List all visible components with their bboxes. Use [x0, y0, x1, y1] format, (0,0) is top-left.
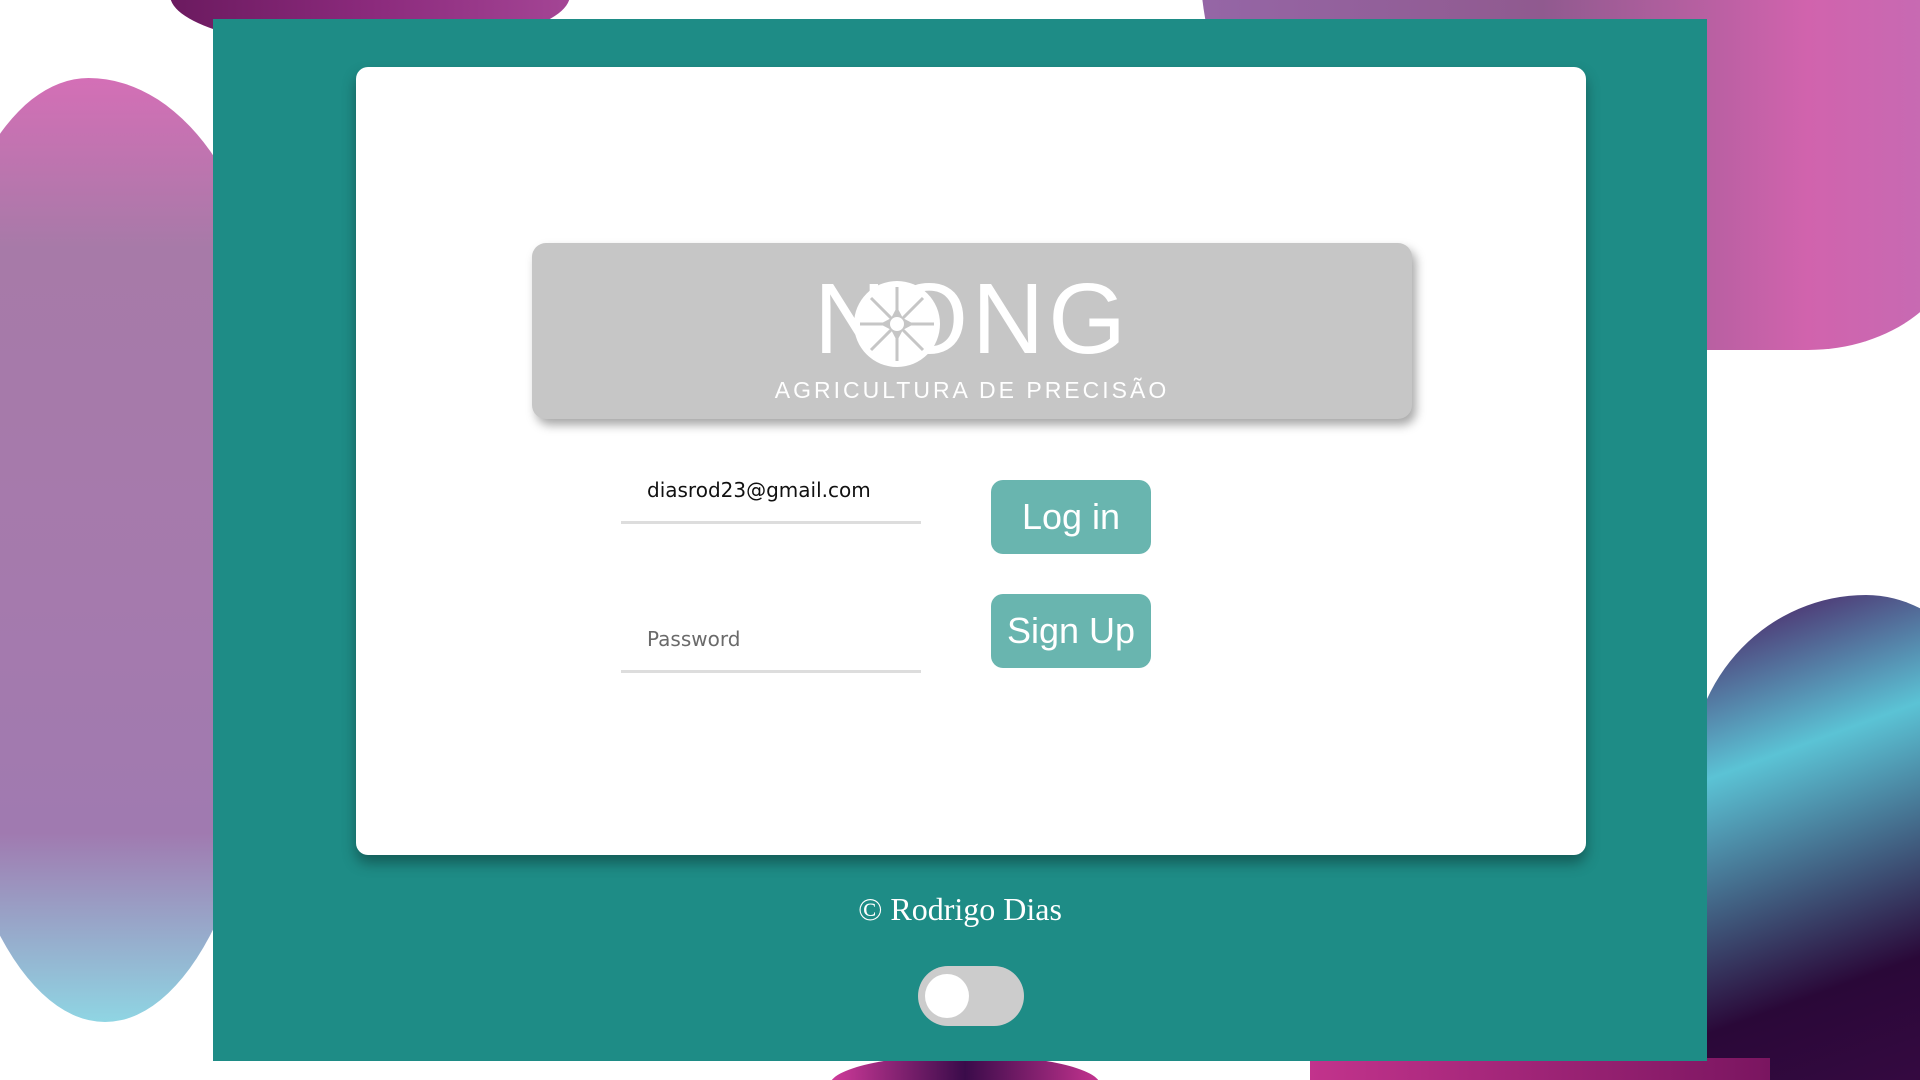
- login-card: NONG AGRICULTURA DE PRECISÃO diasrod23@g…: [356, 67, 1586, 855]
- compass-emblem-icon: [854, 281, 940, 367]
- password-field[interactable]: [621, 607, 921, 673]
- login-button[interactable]: Log in: [991, 480, 1151, 554]
- copyright-text: © Rodrigo Dias: [858, 891, 1062, 927]
- toggle-knob-icon: [925, 974, 969, 1018]
- logo-banner: NONG AGRICULTURA DE PRECISÃO: [532, 243, 1412, 419]
- signup-button[interactable]: Sign Up: [991, 594, 1151, 668]
- page-frame: NONG AGRICULTURA DE PRECISÃO diasrod23@g…: [213, 19, 1707, 1061]
- background-blob: [1310, 1058, 1770, 1080]
- logo-subtitle: AGRICULTURA DE PRECISÃO: [774, 377, 1170, 403]
- theme-toggle[interactable]: [918, 966, 1024, 1026]
- background-blob: [1690, 595, 1920, 1080]
- email-field[interactable]: [621, 458, 921, 524]
- logo-wordmark: NONG: [814, 263, 1130, 375]
